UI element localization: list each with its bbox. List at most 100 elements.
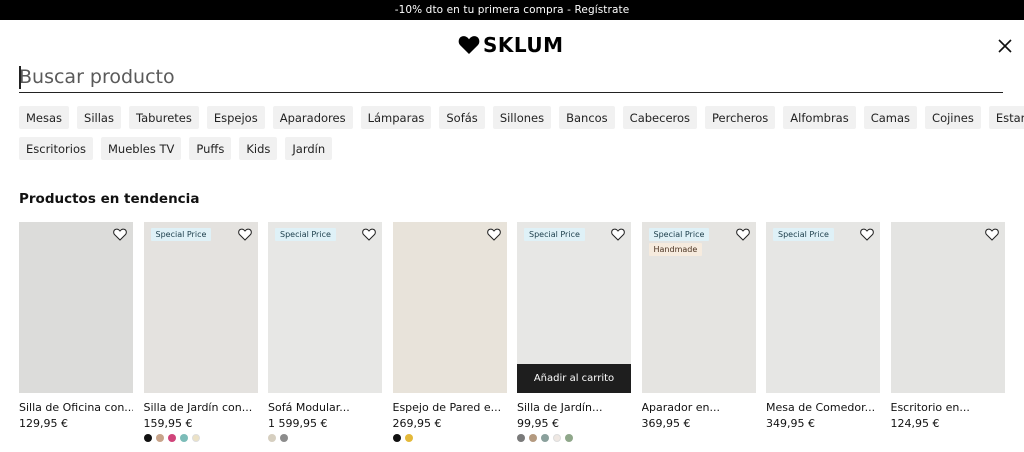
color-swatch[interactable] xyxy=(517,434,525,442)
brand-name: SKLUM xyxy=(483,33,564,57)
product-photo xyxy=(766,222,880,393)
category-chip-sillones[interactable]: Sillones xyxy=(492,106,552,129)
product-name[interactable]: Silla de Jardín... xyxy=(517,401,631,415)
product-name[interactable]: Aparador en... xyxy=(642,401,756,415)
add-to-cart-button[interactable]: Añadir al carrito xyxy=(517,364,631,393)
heart-outline-icon[interactable] xyxy=(735,228,750,241)
category-chip-camas[interactable]: Camas xyxy=(863,106,918,129)
heart-outline-icon[interactable] xyxy=(237,228,252,241)
category-chip-mesas[interactable]: Mesas xyxy=(19,106,70,129)
heart-outline-icon[interactable] xyxy=(611,228,625,241)
color-swatch[interactable] xyxy=(392,434,401,442)
category-chip-escritorios[interactable]: Escritorios xyxy=(19,137,93,160)
promo-text[interactable]: -10% dto en tu primera compra - Regístra… xyxy=(395,4,630,16)
product-name[interactable]: Mesa de Comedor... xyxy=(766,401,880,415)
color-swatches xyxy=(766,434,880,442)
heart-outline-icon[interactable] xyxy=(113,228,127,241)
product-price: 369,95 € xyxy=(641,417,691,430)
product-card[interactable]: Special Price Añadir al carrito Silla de J… xyxy=(517,222,631,442)
heart-outline-icon[interactable] xyxy=(486,228,501,241)
product-card[interactable]: Silla de Oficina con... 129,95 € xyxy=(19,222,133,442)
product-image[interactable] xyxy=(890,222,1005,393)
product-image[interactable]: Special Price Añadir al carrito xyxy=(517,222,631,393)
category-chip-aparadores[interactable]: Aparadores xyxy=(272,106,353,129)
category-chip-lámparas[interactable]: Lámparas xyxy=(360,106,432,129)
product-card[interactable]: Special Price Silla de Jardín con... 159,9… xyxy=(143,222,258,442)
special-price-badge: Special Price xyxy=(524,228,585,241)
search-bar[interactable] xyxy=(19,63,1003,93)
product-photo xyxy=(392,222,507,393)
logo[interactable]: SKLUM xyxy=(458,33,564,57)
category-chip-cojines[interactable]: Cojines xyxy=(925,106,981,129)
color-swatch[interactable] xyxy=(529,434,537,442)
product-image[interactable] xyxy=(392,222,507,393)
category-chip-sillas[interactable]: Sillas xyxy=(77,106,121,129)
product-card[interactable]: Espejo de Pared e... 269,95 € xyxy=(392,222,507,442)
handmade-badge: Handmade xyxy=(648,243,703,256)
promo-banner[interactable]: -10% dto en tu primera compra - Regístra… xyxy=(0,0,1024,20)
heart-outline-icon[interactable] xyxy=(860,228,874,241)
product-price: 269,95 € xyxy=(392,417,442,430)
trending-products: Silla de Oficina con... 129,95 € Special … xyxy=(19,222,1005,442)
category-row: Escritorios Muebles TV Puffs Kids Jardín xyxy=(19,137,1009,160)
trending-title: Productos en tendencia xyxy=(19,191,200,207)
color-swatch[interactable] xyxy=(553,434,561,442)
color-swatch[interactable] xyxy=(280,434,288,442)
product-photo xyxy=(19,222,133,393)
color-swatches xyxy=(19,434,133,442)
category-chip-alfombras[interactable]: Alfombras xyxy=(783,106,856,129)
product-name[interactable]: Espejo de Pared e... xyxy=(393,401,507,415)
product-name[interactable]: Sofá Modular... xyxy=(268,401,382,415)
product-name[interactable]: Escritorio en... xyxy=(891,401,1005,415)
text-cursor xyxy=(19,66,21,89)
category-chip-bancos[interactable]: Bancos xyxy=(559,106,615,129)
special-price-badge: Special Price xyxy=(275,228,336,241)
product-image[interactable]: Special Price Handmade xyxy=(641,222,756,393)
category-chip-estanterías[interactable]: Estanterías xyxy=(988,106,1024,129)
heart-outline-icon[interactable] xyxy=(984,228,999,241)
color-swatch[interactable] xyxy=(404,434,413,442)
category-chip-cabeceros[interactable]: Cabeceros xyxy=(622,106,698,129)
product-photo xyxy=(890,222,1005,393)
color-swatches xyxy=(268,434,382,442)
category-chip-muebles-tv[interactable]: Muebles TV xyxy=(101,137,182,160)
category-chip-puffs[interactable]: Puffs xyxy=(189,137,232,160)
search-input[interactable] xyxy=(19,63,1003,91)
product-name[interactable]: Silla de Jardín con... xyxy=(144,401,258,415)
product-card[interactable]: Special Price Sofá Modular... 1 599,95 € xyxy=(268,222,382,442)
product-image[interactable]: Special Price xyxy=(143,222,258,393)
category-chip-espejos[interactable]: Espejos xyxy=(206,106,265,129)
color-swatch[interactable] xyxy=(191,434,200,442)
category-chip-jardín[interactable]: Jardín xyxy=(285,137,333,160)
color-swatch[interactable] xyxy=(167,434,176,442)
category-row: Mesas Sillas Taburetes Espejos Aparadores Lám… xyxy=(19,106,1024,129)
color-swatches xyxy=(143,434,258,442)
color-swatches xyxy=(891,434,1005,442)
color-swatch[interactable] xyxy=(155,434,164,442)
category-chip-percheros[interactable]: Percheros xyxy=(705,106,776,129)
category-chips: Mesas Sillas Taburetes Espejos Aparadores Lám… xyxy=(19,106,1024,168)
close-icon[interactable] xyxy=(994,35,1016,57)
product-image[interactable]: Special Price xyxy=(766,222,880,393)
color-swatch[interactable] xyxy=(268,434,276,442)
product-price: 129,95 € xyxy=(19,417,68,430)
product-photo xyxy=(143,222,258,393)
special-price-badge: Special Price xyxy=(150,228,212,241)
category-chip-sofás[interactable]: Sofás xyxy=(439,106,485,129)
product-price: 349,95 € xyxy=(766,417,815,430)
product-card[interactable]: Escritorio en... 124,95 € xyxy=(890,222,1005,442)
product-card[interactable]: Special Price Mesa de Comedor... 349,95 € xyxy=(766,222,880,442)
category-chip-taburetes[interactable]: Taburetes xyxy=(128,106,199,129)
heart-outline-icon[interactable] xyxy=(362,228,376,241)
product-price: 159,95 € xyxy=(143,417,193,430)
color-swatch[interactable] xyxy=(565,434,573,442)
color-swatch[interactable] xyxy=(143,434,152,442)
product-image[interactable]: Special Price xyxy=(268,222,382,393)
product-image[interactable] xyxy=(19,222,133,393)
product-card[interactable]: Special Price Handmade Aparador en... 369,9… xyxy=(641,222,756,442)
color-swatch[interactable] xyxy=(179,434,188,442)
product-photo xyxy=(268,222,382,393)
category-chip-kids[interactable]: Kids xyxy=(239,137,278,160)
product-name[interactable]: Silla de Oficina con... xyxy=(19,401,133,415)
color-swatch[interactable] xyxy=(541,434,549,442)
